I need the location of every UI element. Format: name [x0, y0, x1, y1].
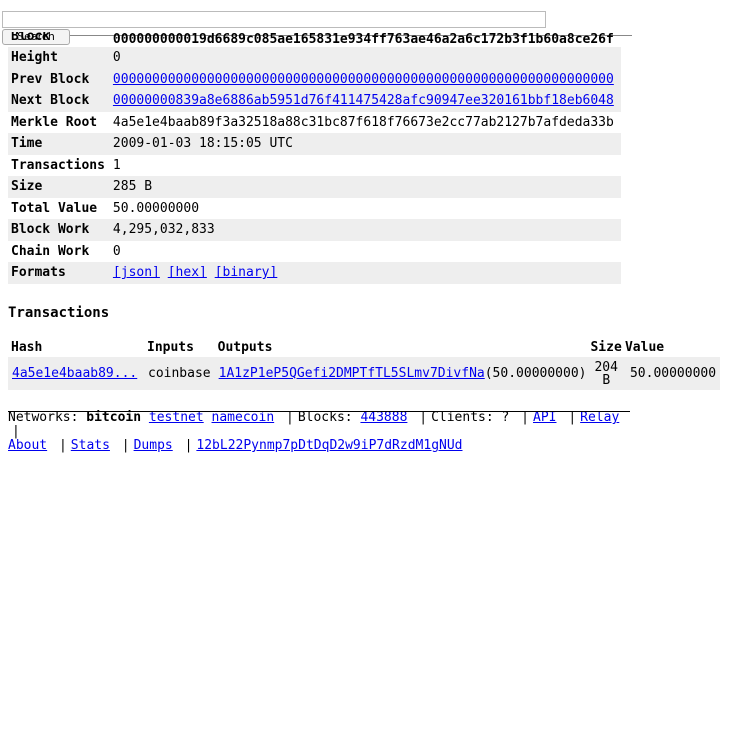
networks-label: Networks: [8, 410, 79, 425]
separator: | [12, 424, 20, 439]
block-row-height: Height 0 [8, 47, 621, 69]
footer-divider [8, 411, 630, 412]
row-key: Next Block [8, 90, 108, 112]
row-key: Transactions [11, 157, 105, 173]
row-value: 2009-01-03 18:15:05 UTC [107, 133, 621, 155]
separator: | [58, 438, 67, 453]
col-outputs: Outputs [217, 339, 273, 355]
block-row-transactions: Transactions 1 [8, 155, 621, 177]
tx-output-address-link[interactable]: 1A1zP1eP5QGefi2DMPTfTL5SLmv7DivfNa [219, 366, 485, 381]
search-input[interactable] [2, 11, 546, 28]
col-hash: Hash [11, 339, 43, 355]
row-value: 0 [107, 47, 621, 69]
format-hex-link[interactable]: [hex] [168, 265, 207, 280]
row-value: 50.00000000 [112, 200, 200, 216]
tx-output-amount: (50.00000000) [484, 366, 587, 381]
transactions-header-row: Hash Inputs Outputs Size Value [8, 337, 720, 357]
row-value: 1 [112, 157, 121, 173]
blocks-count-link[interactable]: 443888 [360, 410, 407, 425]
block-row-total-value: Total Value 50.00000000 [8, 198, 621, 220]
col-inputs: Inputs [147, 339, 194, 355]
footer-line-1: Networks: bitcoin testnet namecoin | Bloc… [8, 411, 633, 439]
clients-label: Clients: ? [431, 410, 510, 425]
prev-block-link[interactable]: 0000000000000000000000000000000000000000… [113, 72, 614, 87]
transactions-table: Hash Inputs Outputs Size Value 4a5e1e4ba… [8, 337, 721, 390]
dumps-link[interactable]: Dumps [134, 438, 173, 453]
separator: | [521, 410, 529, 425]
block-hash: 000000000019d6689c085ae165831e934ff763ae… [112, 32, 614, 47]
row-key: Size [8, 176, 108, 198]
network-testnet-link[interactable]: testnet [149, 410, 204, 425]
tx-size-unit: B [602, 372, 611, 388]
format-json-link[interactable]: [json] [113, 265, 160, 280]
format-binary-link[interactable]: [binary] [215, 265, 278, 280]
api-link[interactable]: API [533, 410, 556, 425]
block-header-key: Block [11, 32, 51, 44]
table-row: 4a5e1e4baab89... coinbase 1A1zP1eP5QGefi… [8, 357, 721, 390]
row-key: Merkle Root [11, 114, 98, 130]
tx-hash-link[interactable]: 4a5e1e4baab89... [12, 366, 137, 381]
row-key: Total Value [11, 200, 98, 216]
current-network: bitcoin [86, 410, 142, 425]
separator: | [285, 410, 294, 425]
footer-line-2: About | Stats | Dumps | 12bL22Pynmp7pDtDqD2… [8, 439, 633, 453]
separator: | [419, 410, 428, 425]
row-key: Height [8, 47, 108, 69]
row-value: 0 [112, 243, 121, 259]
separator: | [121, 438, 130, 453]
footer: Networks: bitcoin testnet namecoin | Bloc… [8, 411, 633, 453]
block-row-merkle: Merkle Root 4a5e1e4baab89f3a32518a88c31b… [8, 112, 621, 134]
next-block-link[interactable]: 00000000839a8e6886ab5951d76f411475428afc… [113, 93, 614, 108]
row-key: Formats [8, 262, 108, 284]
block-row-size: Size 285 B [8, 176, 621, 198]
blocks-label: Blocks: [297, 410, 353, 425]
tx-size: 204 B [590, 357, 622, 390]
row-value: 4a5e1e4baab89f3a32518a88c31bc87f618f7667… [112, 114, 614, 130]
block-row-prev: Prev Block 00000000000000000000000000000… [8, 68, 621, 90]
relay-link[interactable]: Relay [580, 410, 619, 425]
separator: | [184, 438, 193, 453]
transactions-heading: Transactions [8, 305, 110, 321]
row-key: Prev Block [8, 68, 108, 90]
row-key: Block Work [8, 219, 108, 241]
block-header-row: Block 000000000019d6689c085ae165831e934f… [8, 32, 621, 47]
block-details-table: Block 000000000019d6689c085ae165831e934f… [8, 32, 621, 284]
row-key: Chain Work [11, 243, 90, 259]
col-value: Value [624, 339, 665, 355]
block-row-chain-work: Chain Work 0 [8, 241, 621, 263]
block-row-time: Time 2009-01-03 18:15:05 UTC [8, 133, 621, 155]
tx-inputs: coinbase [144, 357, 215, 390]
tx-value: 50.00000000 [621, 357, 721, 390]
row-value: 4,295,032,833 [107, 219, 621, 241]
block-row-block-work: Block Work 4,295,032,833 [8, 219, 621, 241]
separator: | [568, 410, 577, 425]
about-link[interactable]: About [8, 438, 47, 453]
row-value: 285 B [107, 176, 621, 198]
col-size: Size [590, 339, 622, 355]
network-namecoin-link[interactable]: namecoin [212, 410, 275, 425]
stats-link[interactable]: Stats [71, 438, 110, 453]
row-key: Time [8, 133, 108, 155]
donation-address-link[interactable]: 12bL22Pynmp7pDtDqD2w9iP7dRzdM1gNUd [196, 438, 462, 453]
block-row-formats: Formats [json] [hex] [binary] [8, 262, 621, 284]
block-row-next: Next Block 00000000839a8e6886ab5951d76f4… [8, 90, 621, 112]
